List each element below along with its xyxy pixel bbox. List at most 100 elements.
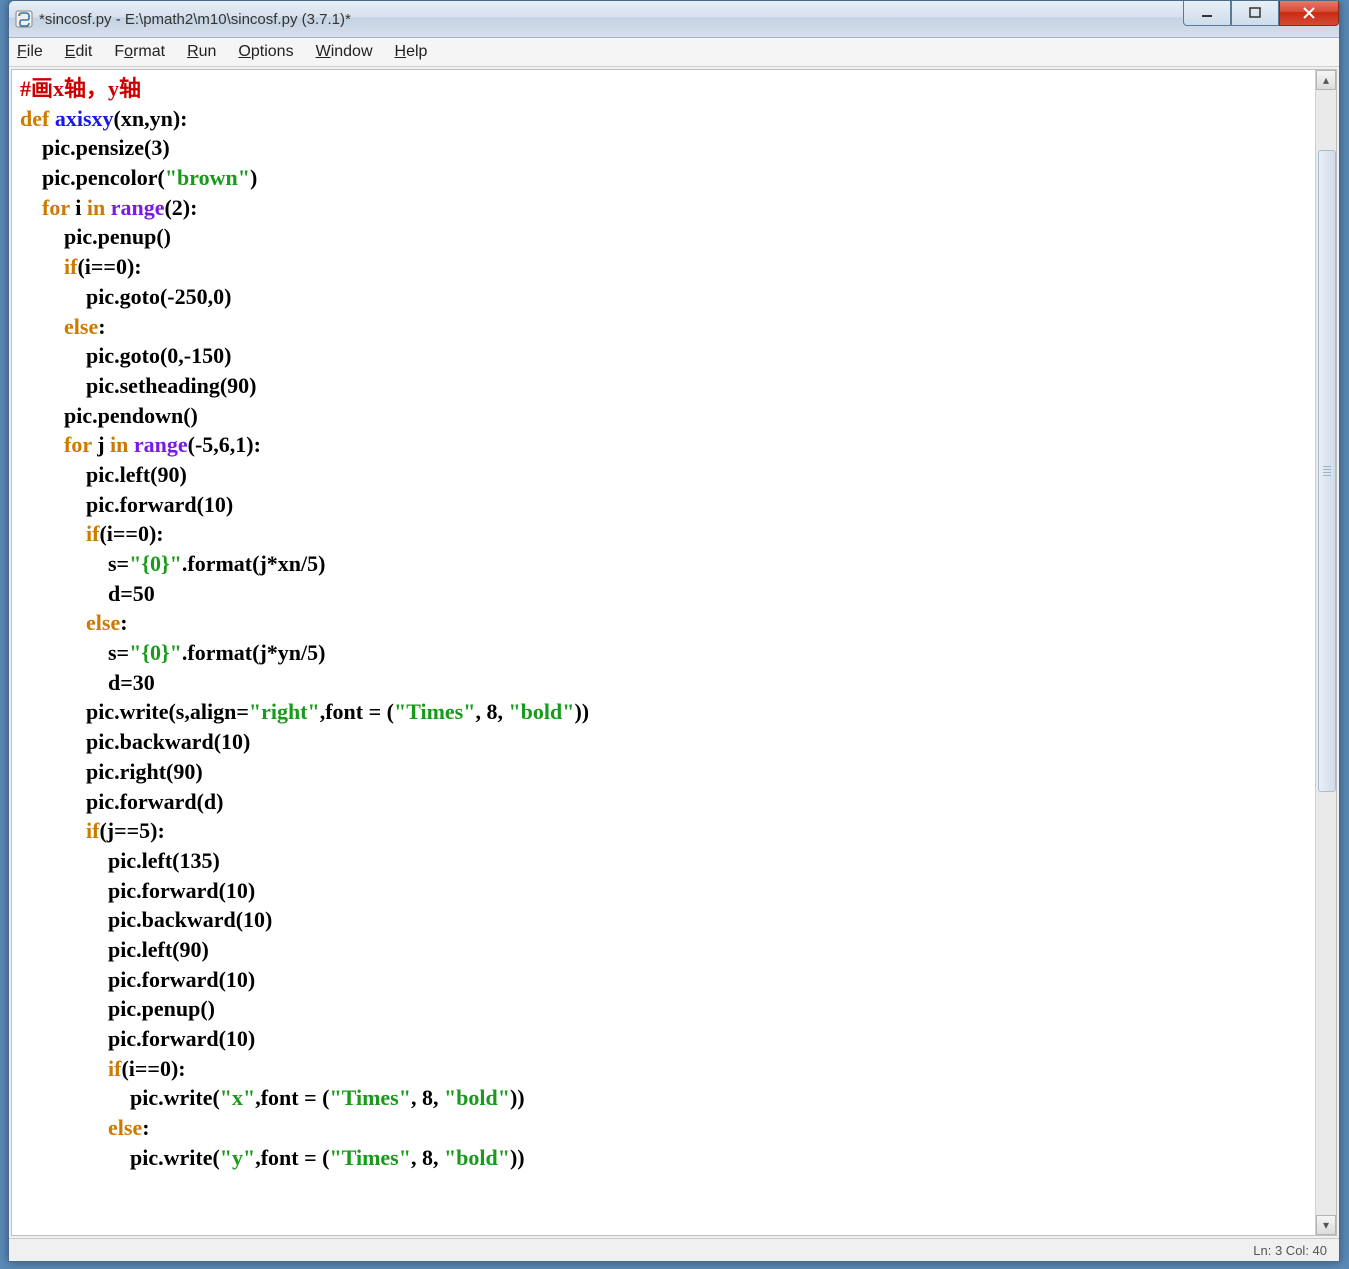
code-token <box>20 1056 108 1081</box>
minimize-button[interactable] <box>1183 1 1231 26</box>
code-token: "x" <box>220 1085 255 1110</box>
scroll-down-button[interactable]: ▾ <box>1316 1215 1336 1235</box>
menu-edit[interactable]: Edit <box>65 43 93 61</box>
code-line: pic.backward(10) <box>20 905 1307 935</box>
code-token: range <box>134 432 188 457</box>
code-token: range <box>111 195 165 220</box>
code-line: else: <box>20 1113 1307 1143</box>
code-token: s= <box>20 551 129 576</box>
code-line: for i in range(2): <box>20 193 1307 223</box>
code-line: pic.right(90) <box>20 757 1307 787</box>
code-token: if <box>108 1056 121 1081</box>
code-token: if <box>86 818 99 843</box>
code-token: pic.forward(d) <box>20 789 223 814</box>
code-token: , 8, <box>411 1145 444 1170</box>
code-token: pic.setheading(90) <box>20 373 257 398</box>
code-token: pic.pensize(3) <box>20 135 170 160</box>
window-controls <box>1183 1 1339 27</box>
code-token: if <box>86 521 99 546</box>
code-line: pic.forward(10) <box>20 876 1307 906</box>
code-token: i <box>70 195 87 220</box>
vertical-scrollbar[interactable]: ▴ ▾ <box>1315 70 1336 1235</box>
code-token <box>20 314 64 339</box>
code-token: in <box>110 432 128 457</box>
code-line: pic.penup() <box>20 994 1307 1024</box>
python-idle-icon <box>15 10 33 28</box>
menu-file[interactable]: File <box>17 43 43 61</box>
code-token <box>20 521 86 546</box>
code-line: pic.penup() <box>20 222 1307 252</box>
code-token: )) <box>510 1085 525 1110</box>
code-token: , 8, <box>411 1085 444 1110</box>
menu-options[interactable]: Options <box>238 43 293 61</box>
code-line: def axisxy(xn,yn): <box>20 104 1307 134</box>
code-token: pic.forward(10) <box>20 878 255 903</box>
code-token: pic.pencolor( <box>20 165 165 190</box>
code-line: if(i==0): <box>20 252 1307 282</box>
code-line: else: <box>20 312 1307 342</box>
code-line: pic.forward(d) <box>20 787 1307 817</box>
code-line: pic.write("x",font = ("Times", 8, "bold"… <box>20 1083 1307 1113</box>
code-token: if <box>64 254 77 279</box>
menu-help[interactable]: Help <box>395 43 428 61</box>
code-line: if(i==0): <box>20 1054 1307 1084</box>
code-token: )) <box>510 1145 525 1170</box>
titlebar[interactable]: *sincosf.py - E:\pmath2\m10\sincosf.py (… <box>9 1 1339 38</box>
code-token: pic.pendown() <box>20 403 198 428</box>
code-editor[interactable]: #画x轴，y轴 def axisxy(xn,yn): pic.pensize(3)… <box>12 70 1315 1235</box>
menu-window[interactable]: Window <box>316 43 373 61</box>
code-token: (j==5): <box>99 818 164 843</box>
code-token: pic.write(s,align= <box>20 699 249 724</box>
code-line: pic.left(90) <box>20 460 1307 490</box>
code-token: .format(j*yn/5) <box>182 640 326 665</box>
code-token: pic.goto(-250,0) <box>20 284 231 309</box>
code-line: s="{0}".format(j*xn/5) <box>20 549 1307 579</box>
code-token: #画x轴，y轴 <box>20 76 141 101</box>
code-line: d=50 <box>20 579 1307 609</box>
close-button[interactable] <box>1279 1 1339 26</box>
code-token: )) <box>574 699 589 724</box>
code-token: : <box>98 314 105 339</box>
code-line: pic.write(s,align="right",font = ("Times… <box>20 697 1307 727</box>
code-token: d=30 <box>20 670 155 695</box>
code-line: pic.write("y",font = ("Times", 8, "bold"… <box>20 1143 1307 1173</box>
scroll-up-button[interactable]: ▴ <box>1316 70 1336 90</box>
code-token: j <box>92 432 110 457</box>
code-token: pic.penup() <box>20 996 215 1021</box>
code-line: if(j==5): <box>20 816 1307 846</box>
code-token: ,font = ( <box>255 1145 329 1170</box>
code-token: (i==0): <box>121 1056 185 1081</box>
code-line: pic.pencolor("brown") <box>20 163 1307 193</box>
code-token: "Times" <box>394 699 475 724</box>
menu-format[interactable]: Format <box>114 43 165 61</box>
code-line: pic.goto(0,-150) <box>20 341 1307 371</box>
code-line: pic.forward(10) <box>20 965 1307 995</box>
code-token: pic.forward(10) <box>20 492 233 517</box>
code-token: pic.left(90) <box>20 937 209 962</box>
scroll-thumb[interactable] <box>1318 150 1336 792</box>
code-line: else: <box>20 608 1307 638</box>
code-line: pic.pendown() <box>20 401 1307 431</box>
code-line: pic.forward(10) <box>20 490 1307 520</box>
code-token: , 8, <box>475 699 508 724</box>
code-token: else <box>64 314 98 339</box>
code-token: pic.left(135) <box>20 848 220 873</box>
code-line: pic.setheading(90) <box>20 371 1307 401</box>
code-token: "{0}" <box>129 640 182 665</box>
code-token: pic.penup() <box>20 224 171 249</box>
code-token: ) <box>250 165 257 190</box>
code-token: (2): <box>164 195 197 220</box>
code-line: for j in range(-5,6,1): <box>20 430 1307 460</box>
code-token <box>20 818 86 843</box>
code-token <box>20 610 86 635</box>
window-title: *sincosf.py - E:\pmath2\m10\sincosf.py (… <box>39 11 1333 28</box>
code-token: d=50 <box>20 581 155 606</box>
code-token: "Times" <box>329 1145 410 1170</box>
maximize-button[interactable] <box>1231 1 1279 26</box>
code-token: for <box>42 195 70 220</box>
code-token: "Times" <box>329 1085 410 1110</box>
idle-window: *sincosf.py - E:\pmath2\m10\sincosf.py (… <box>8 0 1340 1262</box>
code-token: axisxy <box>55 106 114 131</box>
menu-run[interactable]: Run <box>187 43 216 61</box>
code-token <box>20 432 64 457</box>
